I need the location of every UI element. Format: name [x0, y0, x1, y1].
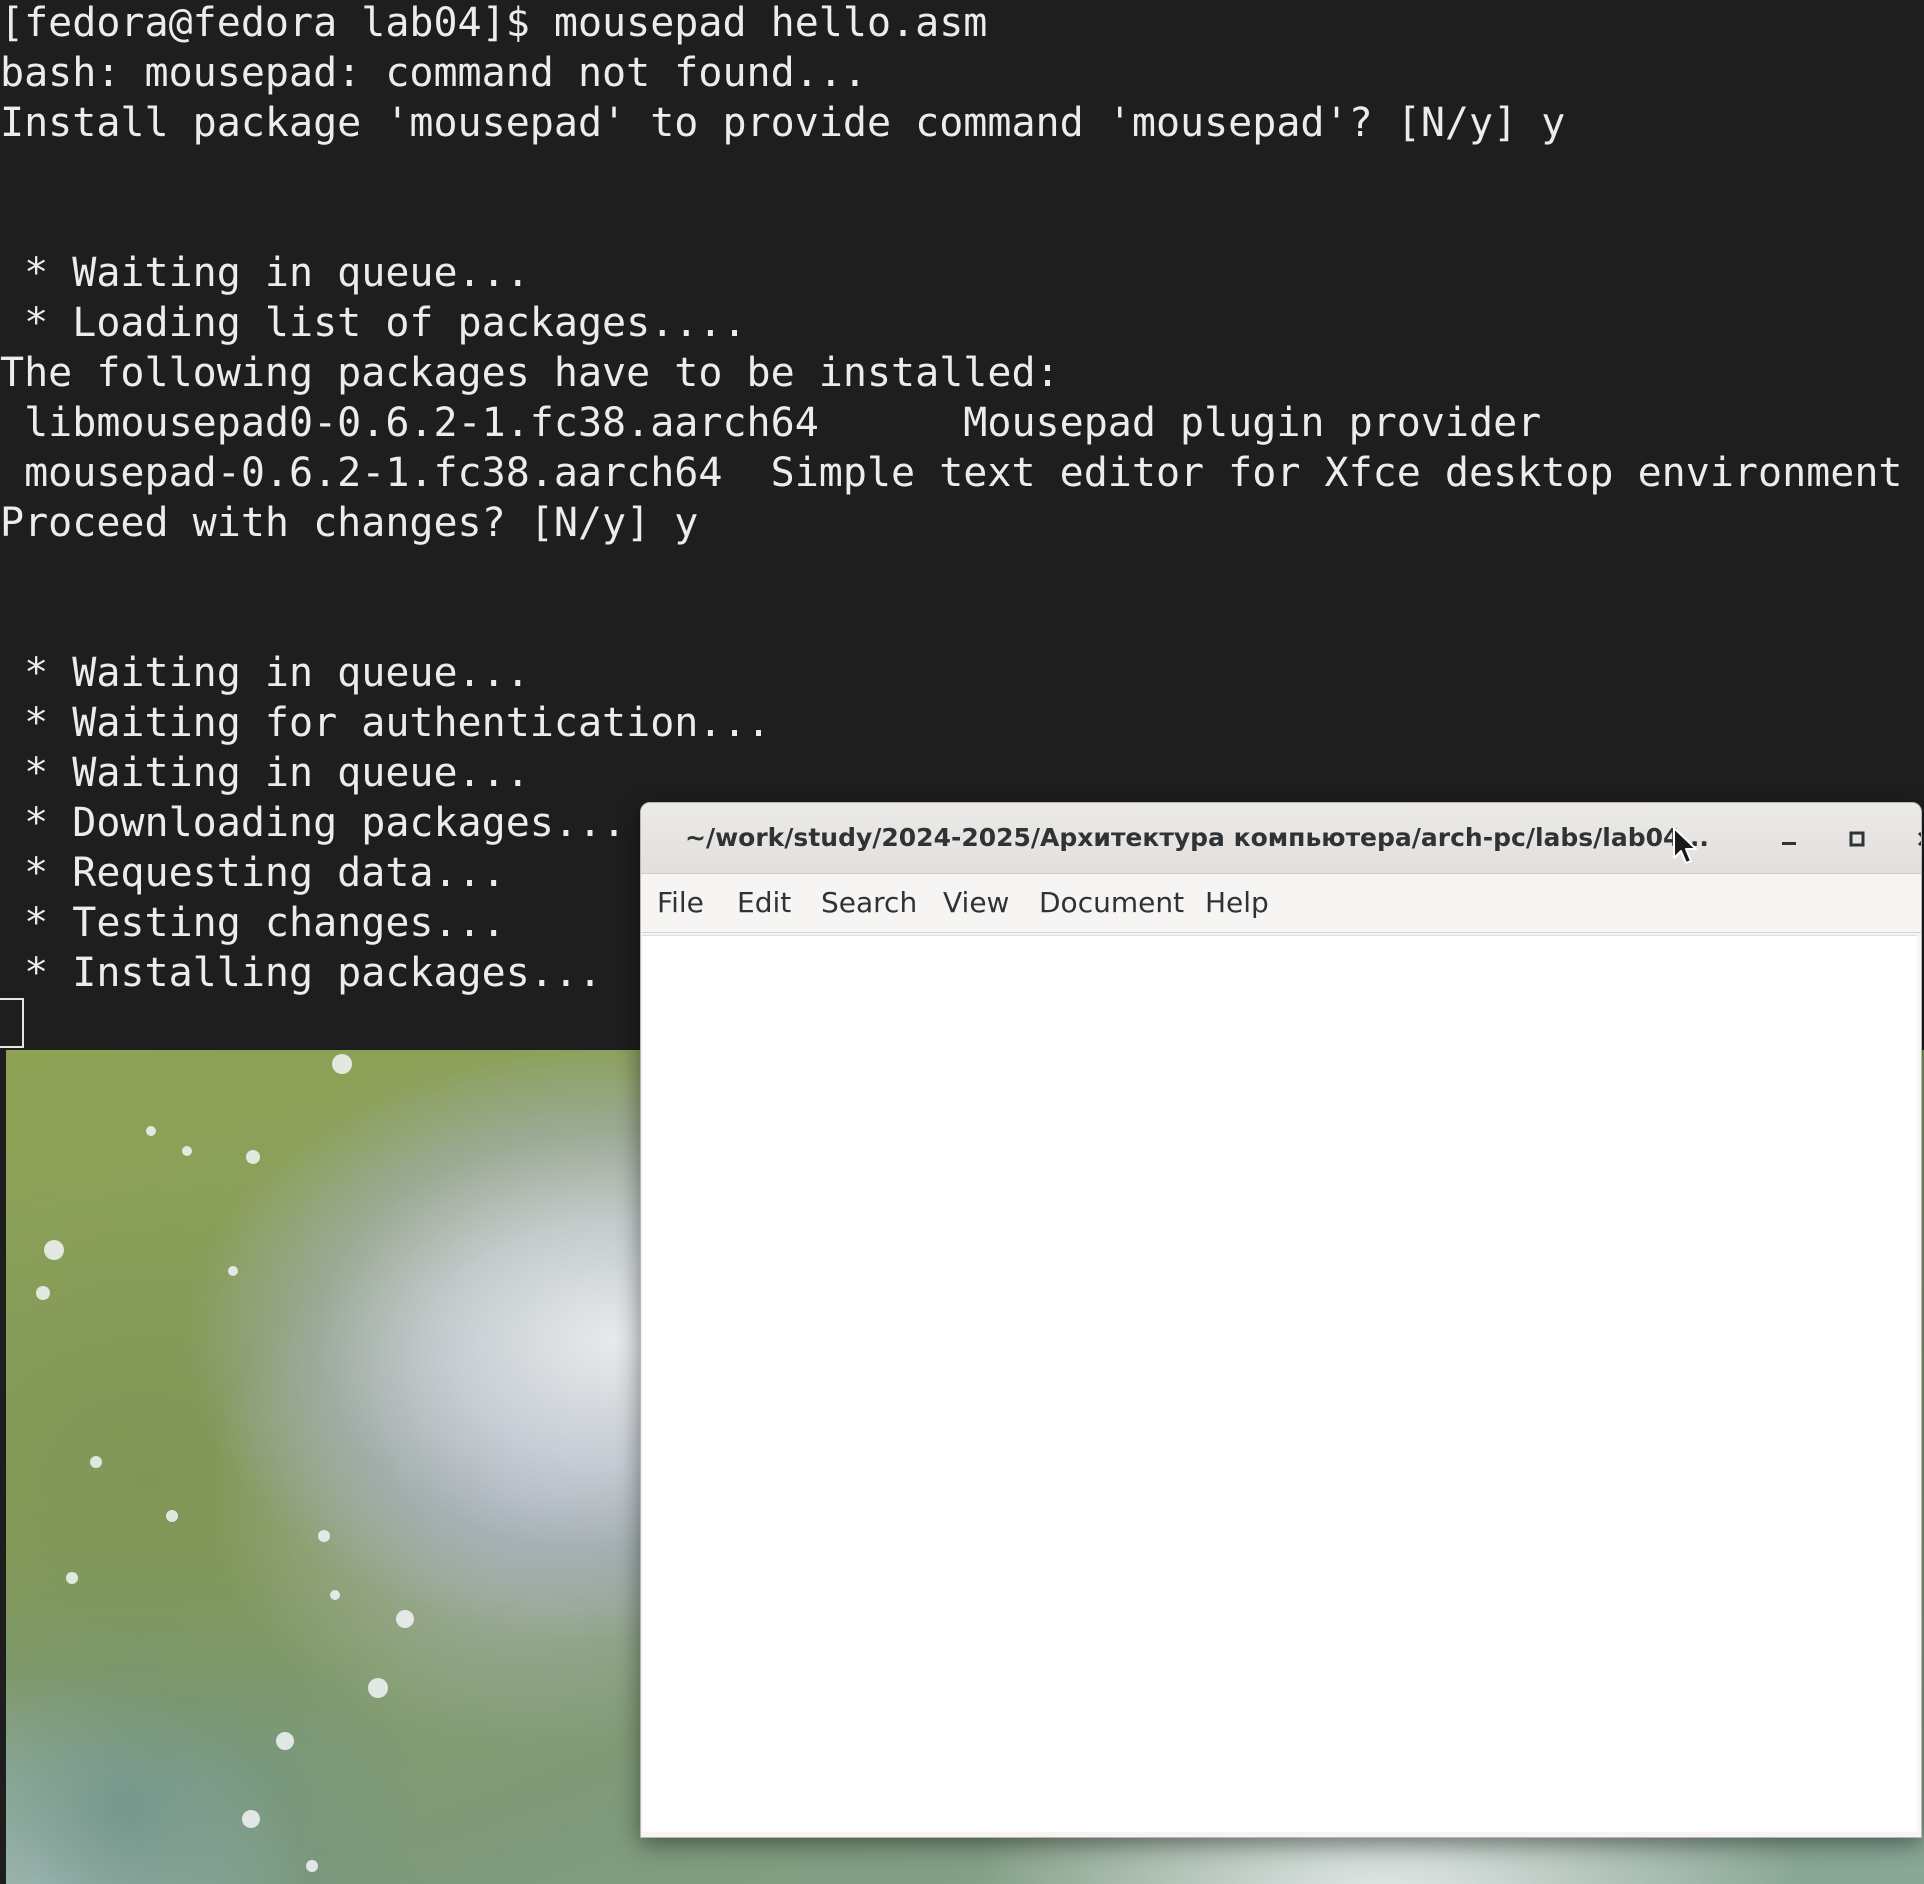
terminal-line: * Loading list of packages....: [0, 300, 747, 346]
terminal-line: * Testing changes...: [0, 900, 506, 946]
wallpaper-speck: [166, 1510, 178, 1522]
wallpaper-speck: [330, 1590, 340, 1600]
window-title: ~/work/study/2024-2025/Архитектура компь…: [685, 823, 1709, 852]
maximize-button[interactable]: [1835, 817, 1879, 861]
terminal-line: Install package 'mousepad' to provide co…: [0, 100, 1566, 146]
mouse-pointer-icon: [1673, 827, 1697, 864]
menu-search[interactable]: Search: [821, 884, 917, 922]
terminal-line: * Requesting data...: [0, 850, 506, 896]
terminal-line: mousepad-0.6.2-1.fc38.aarch64 Simple tex…: [0, 450, 1903, 496]
wallpaper-speck: [36, 1286, 50, 1300]
wallpaper-speck: [276, 1732, 294, 1750]
close-button[interactable]: [1903, 817, 1921, 861]
minimize-icon: [1782, 842, 1796, 845]
terminal-line: * Waiting in queue...: [0, 650, 530, 696]
menu-help[interactable]: Help: [1205, 884, 1269, 922]
wallpaper-speck: [306, 1860, 318, 1872]
terminal-line: * Installing packages...: [0, 950, 603, 996]
window-titlebar[interactable]: ~/work/study/2024-2025/Архитектура компь…: [641, 803, 1921, 874]
terminal-line: [fedora@fedora lab04]$ mousepad hello.as…: [0, 0, 988, 46]
wallpaper-speck: [318, 1530, 330, 1542]
minimize-button[interactable]: [1767, 817, 1811, 861]
menu-file[interactable]: File: [657, 884, 704, 922]
wallpaper-speck: [90, 1456, 102, 1468]
wallpaper-speck: [228, 1266, 238, 1276]
menu-document[interactable]: Document: [1039, 884, 1184, 922]
terminal-line: libmousepad0-0.6.2-1.fc38.aarch64 Mousep…: [0, 400, 1542, 446]
wallpaper-speck: [146, 1126, 156, 1136]
wallpaper-speck: [242, 1810, 260, 1828]
mousepad-window[interactable]: ~/work/study/2024-2025/Архитектура компь…: [640, 802, 1922, 1838]
text-editor-area[interactable]: [643, 935, 1917, 1832]
terminal-line: The following packages have to be instal…: [0, 350, 1060, 396]
wallpaper-speck: [66, 1572, 78, 1584]
wallpaper-speck: [332, 1054, 352, 1074]
close-icon: [1917, 831, 1921, 847]
wallpaper-speck: [368, 1678, 388, 1698]
wallpaper-speck: [182, 1146, 192, 1156]
menu-edit[interactable]: Edit: [737, 884, 791, 922]
terminal-line: bash: mousepad: command not found...: [0, 50, 867, 96]
menu-view[interactable]: View: [943, 884, 1009, 922]
terminal-line: Proceed with changes? [N/y] y: [0, 500, 699, 546]
terminal-cursor: [0, 998, 24, 1048]
terminal-line: * Waiting for authentication...: [0, 700, 771, 746]
maximize-icon: [1849, 831, 1865, 847]
terminal-line: * Waiting in queue...: [0, 750, 530, 796]
menu-bar: File Edit Search View Document Help: [641, 874, 1921, 933]
wallpaper-speck: [246, 1150, 260, 1164]
terminal-line: * Waiting in queue...: [0, 250, 530, 296]
wallpaper-speck: [44, 1240, 64, 1260]
terminal-line: * Downloading packages...: [0, 800, 627, 846]
wallpaper-speck: [396, 1610, 414, 1628]
